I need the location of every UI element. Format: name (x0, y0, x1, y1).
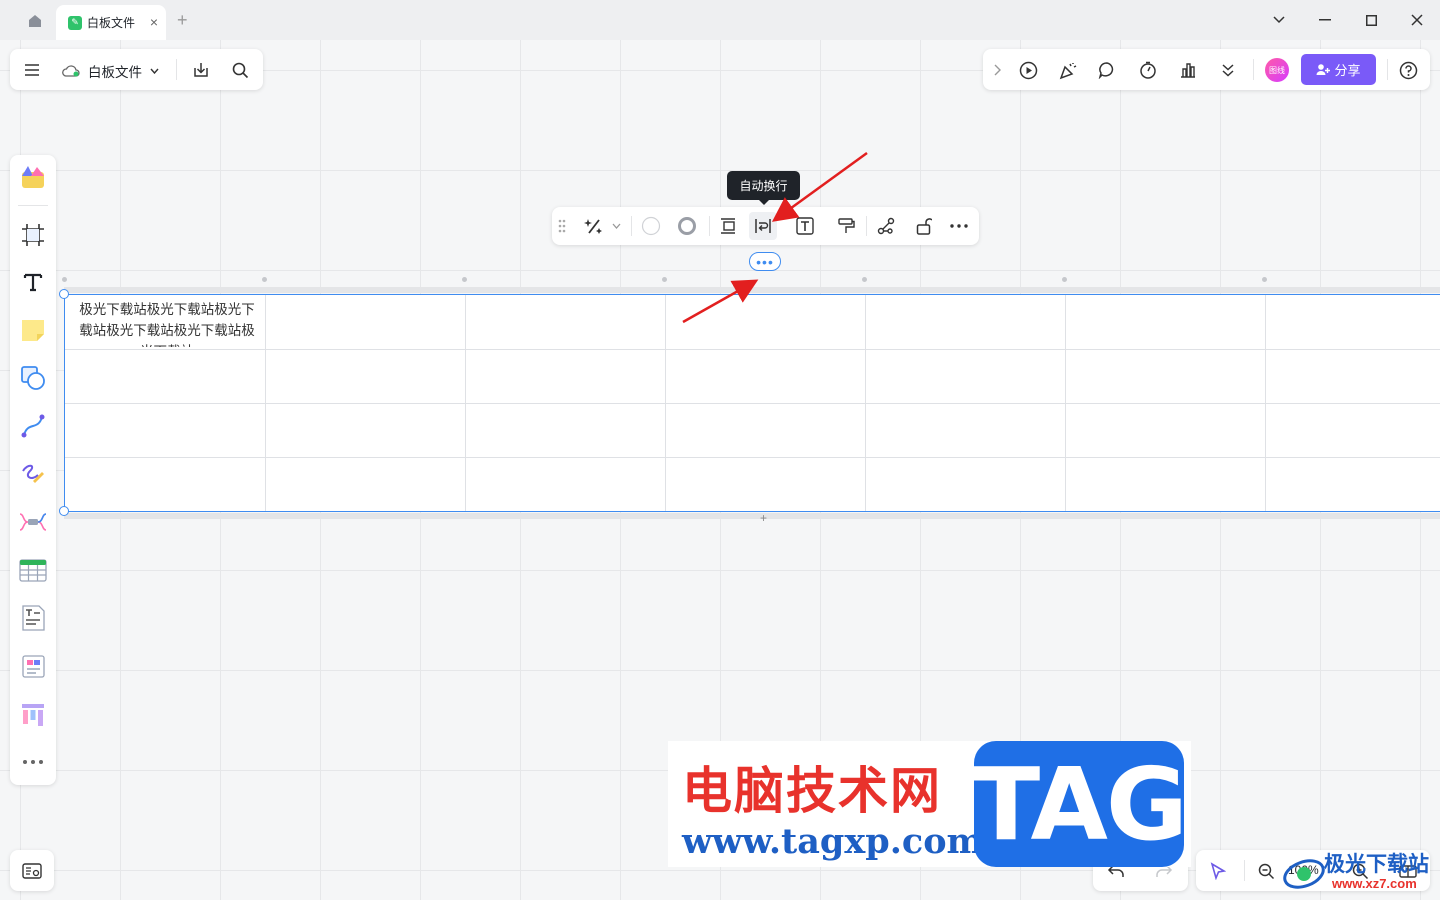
column-handle[interactable] (262, 277, 267, 282)
zoom-out-icon[interactable] (1252, 857, 1280, 885)
tab-whiteboard-file[interactable]: ✎ 白板文件 × (56, 5, 166, 40)
table-icon[interactable] (19, 556, 47, 584)
column-handle[interactable] (1262, 277, 1267, 282)
cloud-sync-icon (62, 65, 80, 77)
mindmap-icon[interactable] (19, 508, 47, 536)
column-header-bar[interactable] (64, 287, 1440, 293)
site-name: 极光下载站 (1324, 852, 1429, 876)
resize-handle[interactable] (59, 289, 69, 299)
title-bar: ✎ 白板文件 × + (0, 0, 1440, 40)
text-icon[interactable] (19, 268, 47, 296)
watermark-banner: 电脑技术网 www.tagxp.com TAG (668, 741, 1191, 867)
comment-icon[interactable] (1093, 56, 1121, 84)
menu-icon[interactable] (18, 56, 46, 84)
app-logo-icon: ✎ (68, 15, 82, 30)
drag-handle-icon[interactable] (552, 212, 572, 240)
divider (18, 205, 48, 206)
fill-color-icon[interactable] (637, 212, 665, 240)
border-color-icon[interactable] (673, 212, 701, 240)
add-row-plus-icon[interactable]: + (760, 511, 767, 525)
add-row-bar[interactable] (64, 513, 1440, 519)
frame-icon[interactable] (19, 221, 47, 249)
sticky-note-icon[interactable] (19, 316, 47, 344)
tooltip-auto-wrap: 自动换行 (727, 171, 800, 205)
column-handle[interactable] (662, 277, 667, 282)
column-handle[interactable] (462, 277, 467, 282)
more-tools-icon[interactable] (19, 748, 47, 776)
unlock-icon[interactable] (910, 212, 938, 240)
watermark-title: 电脑技术网 (682, 762, 942, 820)
table-more-button[interactable]: ••• (749, 252, 781, 271)
avatar[interactable]: 图线 (1265, 58, 1289, 82)
site-logo-icon (1283, 859, 1325, 889)
row-height-icon[interactable] (714, 212, 742, 240)
file-panel: 白板文件 (10, 49, 263, 90)
divider (1387, 59, 1388, 80)
minimize-icon[interactable] (1315, 10, 1335, 30)
divider (1253, 59, 1254, 80)
divider (866, 216, 867, 236)
watermark-tag-logo: TAG (972, 741, 1188, 867)
search-icon[interactable] (226, 56, 254, 84)
help-icon[interactable] (1394, 56, 1422, 84)
link-node-icon[interactable] (872, 212, 900, 240)
collab-panel: 图线 分享 (983, 49, 1430, 90)
shape-icon[interactable] (19, 364, 47, 392)
resize-handle[interactable] (59, 506, 69, 516)
chevron-down-icon[interactable] (608, 212, 624, 240)
column-handle[interactable] (1062, 277, 1067, 282)
home-icon[interactable] (24, 10, 46, 32)
chevron-right-icon[interactable] (983, 56, 1011, 84)
chevron-down-icon[interactable] (1269, 10, 1289, 30)
close-window-icon[interactable] (1407, 10, 1427, 30)
column-handle[interactable] (62, 277, 67, 282)
maximize-icon[interactable] (1361, 10, 1381, 30)
vote-icon[interactable] (1174, 56, 1202, 84)
divider (631, 216, 632, 236)
site-url: www.xz7.com (1332, 876, 1417, 891)
download-icon[interactable] (187, 56, 215, 84)
table-cell-text[interactable]: 极光下载站极光下载站极光下载站极光下载站极光下载站极光下载站 (73, 299, 261, 347)
present-play-icon[interactable] (1014, 56, 1042, 84)
chevron-down-icon (150, 68, 159, 74)
left-toolbar (10, 155, 56, 785)
site-watermark: 极光下载站 www.xz7.com (1282, 848, 1440, 900)
kanban-icon[interactable] (19, 700, 47, 728)
ai-magic-icon[interactable] (580, 212, 608, 240)
divider (709, 216, 710, 236)
file-name: 白板文件 (88, 65, 142, 80)
template-icon[interactable] (19, 163, 47, 191)
whiteboard-table[interactable]: 极光下载站极光下载站极光下载站极光下载站极光下载站极光下载站 (64, 294, 1440, 512)
pen-icon[interactable] (19, 460, 47, 488)
connector-icon[interactable] (19, 412, 47, 440)
text-document-icon[interactable] (19, 604, 47, 632)
new-tab-icon[interactable]: + (177, 10, 188, 31)
tab-label: 白板文件 (87, 16, 136, 30)
celebrate-icon[interactable] (1054, 56, 1082, 84)
watermark-url: www.tagxp.com (682, 821, 984, 862)
table-context-toolbar (552, 207, 979, 245)
divider (176, 59, 177, 80)
format-painter-icon[interactable] (832, 212, 860, 240)
text-style-icon[interactable] (791, 212, 819, 240)
more-icon[interactable] (945, 212, 973, 240)
minimap-panel (10, 850, 54, 891)
card-icon[interactable] (19, 652, 47, 680)
add-user-icon (1316, 64, 1331, 75)
select-cursor-icon[interactable] (1204, 857, 1232, 885)
divider (1244, 860, 1245, 881)
column-handle[interactable] (862, 277, 867, 282)
share-label: 分享 (1334, 63, 1361, 78)
share-button[interactable]: 分享 (1301, 54, 1376, 85)
minimap-icon[interactable] (18, 857, 46, 885)
double-chevron-down-icon[interactable] (1214, 56, 1242, 84)
close-tab-icon[interactable]: × (150, 14, 158, 30)
table-grid (65, 295, 1440, 511)
timer-icon[interactable] (1134, 56, 1162, 84)
auto-wrap-icon[interactable] (749, 212, 777, 240)
file-name-dropdown[interactable]: 白板文件 (62, 61, 159, 81)
